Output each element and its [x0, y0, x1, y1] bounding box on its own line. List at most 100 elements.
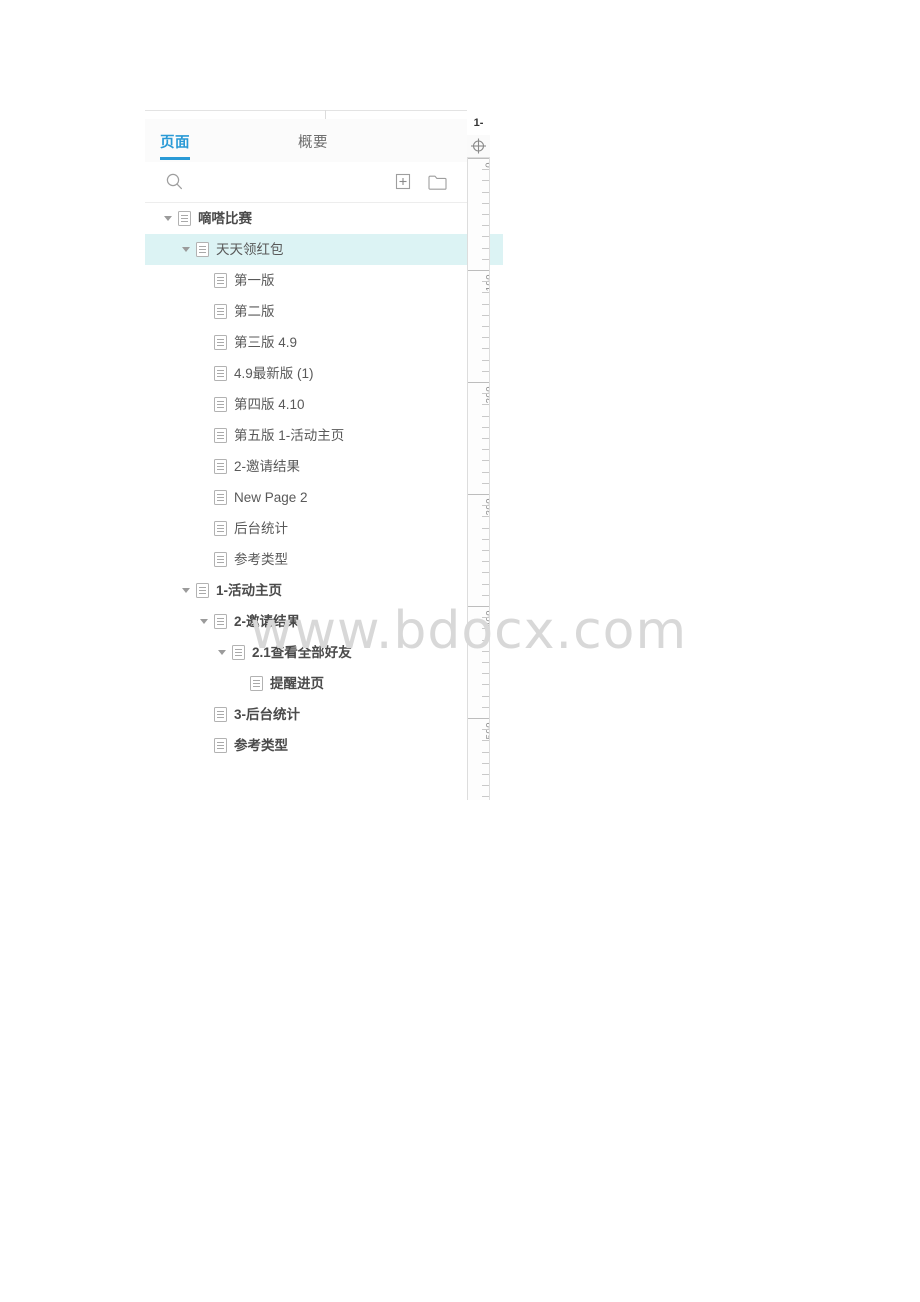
- tree-row[interactable]: 天天领红包: [145, 234, 503, 265]
- page-icon: [214, 366, 227, 381]
- ruler-tick-minor: [482, 639, 489, 641]
- ruler-tick-minor: [482, 740, 489, 742]
- ruler-label: 300: [484, 498, 490, 516]
- tree-row[interactable]: 第五版 1-活动主页: [145, 420, 467, 451]
- tree-row[interactable]: 第一版: [145, 265, 467, 296]
- ruler-tick-major: [468, 718, 489, 719]
- ruler-tick-major: [468, 606, 489, 607]
- ruler-tick-minor: [482, 281, 489, 283]
- tree-item-label: 第四版 4.10: [234, 396, 305, 412]
- tree-item-label: 参考类型: [234, 737, 288, 753]
- page-icon: [214, 397, 227, 412]
- vertical-ruler[interactable]: 0 100 200 300 400 500: [467, 110, 490, 800]
- page-icon: [250, 676, 263, 691]
- tree-item-label: 嘀嗒比赛: [198, 210, 252, 226]
- page-icon: [178, 211, 191, 226]
- ruler-tick-minor: [482, 505, 489, 507]
- tree-row[interactable]: 2-邀请结果: [145, 606, 467, 637]
- ruler-tick-minor: [482, 762, 489, 764]
- ruler-tick-minor: [482, 482, 489, 484]
- panel-top-divider: [145, 110, 490, 111]
- page-icon: [232, 645, 245, 660]
- page-icon: [214, 738, 227, 753]
- ruler-tick-major: [468, 270, 489, 271]
- ruler-tick-minor: [482, 695, 489, 697]
- tree-row[interactable]: 嘀嗒比赛: [145, 203, 467, 234]
- page-panel: 页面 概要 嘀嗒比赛 天天领红包 第一版 第二版 第三版 4.9 4.9最新版 …: [145, 110, 503, 800]
- ruler-tick-minor: [482, 785, 489, 787]
- folder-icon[interactable]: [428, 174, 447, 195]
- page-icon: [214, 459, 227, 474]
- tree-row[interactable]: 2-邀请结果: [145, 451, 467, 482]
- ruler-tick-minor: [482, 628, 489, 630]
- tree-item-label: 1-活动主页: [216, 582, 283, 598]
- tree-row[interactable]: 1-活动主页: [145, 575, 467, 606]
- page-icon: [196, 583, 209, 598]
- tree-row[interactable]: New Page 2: [145, 482, 467, 513]
- tab-active-underline: [160, 157, 190, 160]
- ruler-tick-minor: [482, 729, 489, 731]
- chevron-down-icon[interactable]: [181, 585, 192, 596]
- tree-item-label: New Page 2: [234, 489, 308, 505]
- page-icon: [214, 552, 227, 567]
- ruler-tick-minor: [482, 583, 489, 585]
- ruler-tick-major: [468, 494, 489, 495]
- ruler-tick-minor: [482, 449, 489, 451]
- ruler-tick-minor: [482, 191, 489, 193]
- page-icon: [196, 242, 209, 257]
- tab-pages[interactable]: 页面: [160, 119, 190, 160]
- chevron-down-icon[interactable]: [217, 647, 228, 658]
- ruler-tick-minor: [482, 516, 489, 518]
- chevron-down-icon[interactable]: [163, 213, 174, 224]
- tree-item-label: 4.9最新版 (1): [234, 365, 314, 381]
- page-icon: [214, 614, 227, 629]
- add-page-icon[interactable]: [395, 173, 411, 195]
- ruler-tick-minor: [482, 538, 489, 540]
- tree-row[interactable]: 3-后台统计: [145, 699, 467, 730]
- ruler-corner-label: 1-: [467, 110, 490, 136]
- ruler-tick-minor: [482, 673, 489, 675]
- tree-row[interactable]: 4.9最新版 (1): [145, 358, 467, 389]
- panel-tab-bar: 页面 概要: [145, 119, 467, 163]
- page-icon: [214, 490, 227, 505]
- tree-row[interactable]: 后台统计: [145, 513, 467, 544]
- tree-row[interactable]: 参考类型: [145, 544, 467, 575]
- ruler-tick-minor: [482, 359, 489, 361]
- tree-row[interactable]: 第二版: [145, 296, 467, 327]
- tree-row[interactable]: 提醒进页: [145, 668, 467, 699]
- tree-item-label: 第二版: [234, 303, 275, 319]
- tab-outline[interactable]: 概要: [298, 119, 328, 152]
- tree-item-label: 天天领红包: [216, 241, 284, 257]
- ruler-tick-minor: [482, 348, 489, 350]
- page-icon: [214, 273, 227, 288]
- ruler-label: 0: [484, 162, 489, 168]
- ruler-tick-minor: [482, 292, 489, 294]
- ruler-tick-minor: [482, 415, 489, 417]
- ruler-tick-minor: [482, 751, 489, 753]
- tree-row[interactable]: 第四版 4.10: [145, 389, 467, 420]
- ruler-label: 400: [484, 610, 490, 628]
- search-input[interactable]: [185, 172, 389, 189]
- ruler-label: 100: [484, 274, 490, 292]
- tree-row[interactable]: 参考类型: [145, 730, 467, 761]
- ruler-tick-minor: [482, 594, 489, 596]
- ruler-tick-minor: [482, 650, 489, 652]
- tree-row[interactable]: 第三版 4.9: [145, 327, 467, 358]
- ruler-tick-minor: [482, 561, 489, 563]
- ruler-tick-minor: [482, 258, 489, 260]
- ruler-tick-minor: [482, 169, 489, 171]
- ruler-tick-minor: [482, 326, 489, 327]
- ruler-tick-minor: [482, 796, 489, 798]
- page-icon: [214, 304, 227, 319]
- page-icon: [214, 428, 227, 443]
- tree-row[interactable]: 2.1查看全部好友: [145, 637, 467, 668]
- crosshair-icon[interactable]: [467, 135, 490, 158]
- chevron-down-icon[interactable]: [181, 244, 192, 255]
- tree-item-label: 第五版 1-活动主页: [234, 427, 345, 443]
- ruler-tick-minor: [482, 527, 489, 529]
- tree-item-label: 后台统计: [234, 520, 288, 536]
- chevron-down-icon[interactable]: [199, 616, 210, 627]
